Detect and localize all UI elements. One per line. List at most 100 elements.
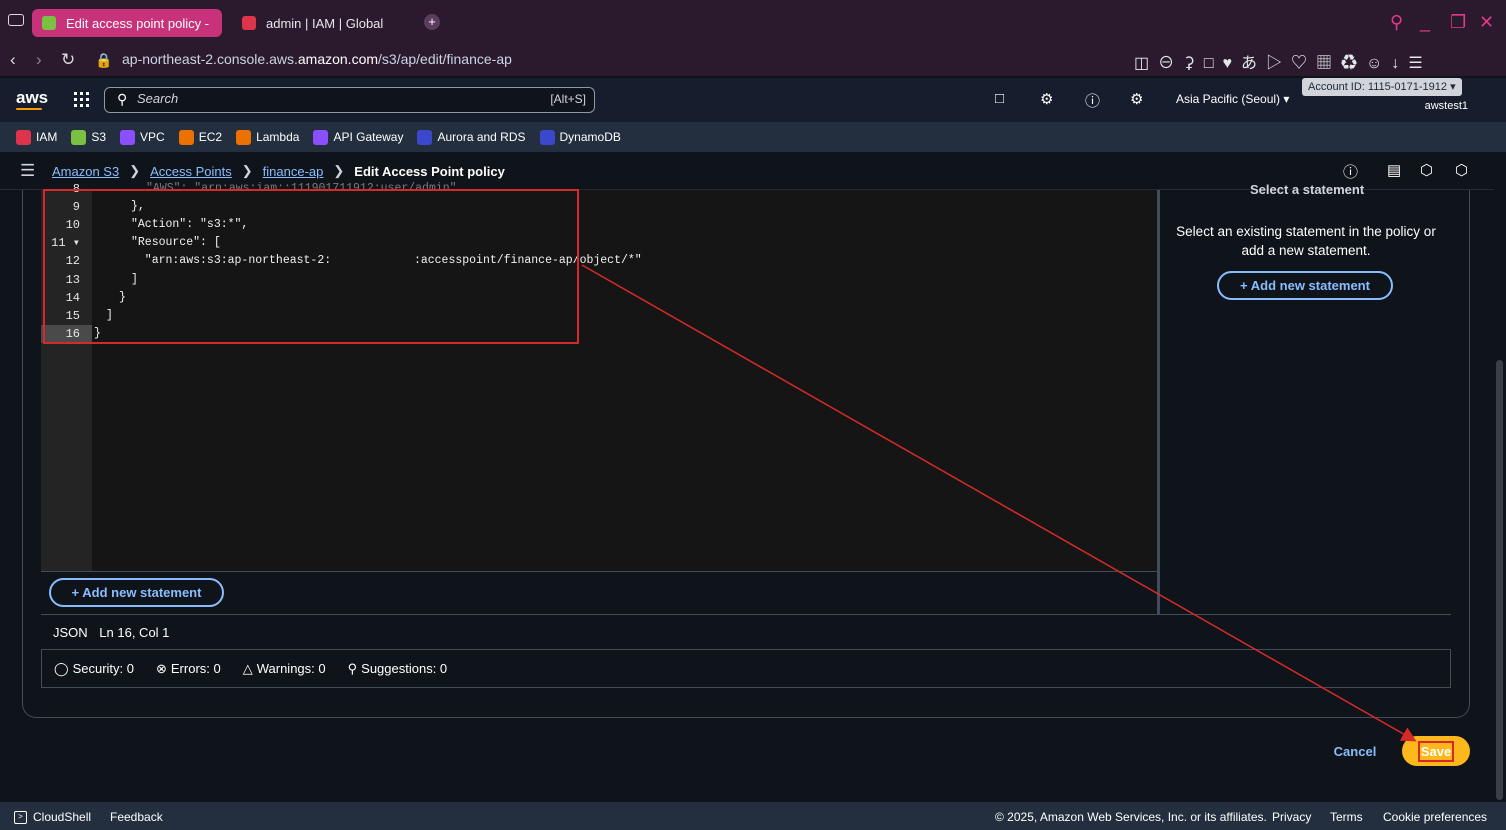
- search-input[interactable]: [137, 91, 497, 106]
- iam-icon: [16, 129, 31, 145]
- favorite-s3[interactable]: S3: [71, 129, 107, 145]
- code-line[interactable]: ]: [106, 307, 113, 325]
- statement-pane-text: Select an existing statement in the poli…: [1176, 224, 1436, 258]
- favorite-ec2[interactable]: EC2: [178, 129, 223, 145]
- account-id-badge[interactable]: Account ID: 1115-0171-1912 ▾: [1302, 78, 1462, 96]
- code-line[interactable]: }: [94, 325, 101, 343]
- account-username[interactable]: awstest1: [1425, 100, 1468, 112]
- notifications-bell-icon[interactable]: ⚙: [1040, 90, 1053, 108]
- warning-count: Warnings: 0: [256, 661, 326, 676]
- lock-icon[interactable]: 🔒: [95, 52, 112, 69]
- breadcrumb-access-points[interactable]: Access Points: [150, 164, 232, 179]
- hexagon-icon[interactable]: ⬡: [1420, 161, 1433, 179]
- aws-logo[interactable]: aws: [16, 88, 48, 110]
- suggestion-findings[interactable]: ⚲ Suggestions: 0: [348, 661, 448, 677]
- favorite-label: DynamoDB: [559, 130, 621, 144]
- reload-icon[interactable]: ↻: [61, 50, 75, 70]
- info-icon[interactable]: ⓘ: [1343, 161, 1358, 182]
- favorite-aurora-rds[interactable]: Aurora and RDS: [417, 129, 526, 145]
- favorite-vpc[interactable]: VPC: [120, 129, 165, 145]
- statement-pane-title: Select a statement: [1250, 182, 1365, 197]
- chevron-right-icon: ❯: [333, 163, 345, 178]
- cancel-button[interactable]: Cancel: [1324, 740, 1386, 762]
- code-line[interactable]: "Resource": [: [131, 234, 221, 252]
- line-number: 14: [65, 291, 80, 305]
- add-new-statement-button[interactable]: + Add new statement: [49, 578, 224, 607]
- error-findings[interactable]: ⊗ Errors: 0: [156, 661, 221, 677]
- notes-icon[interactable]: ▤: [1387, 161, 1401, 179]
- warning-findings[interactable]: △ Warnings: 0: [243, 661, 326, 677]
- search-box[interactable]: ⚲ [Alt+S]: [104, 87, 595, 113]
- favorite-api-gateway[interactable]: API Gateway: [313, 129, 403, 145]
- favorite-label: EC2: [198, 130, 223, 144]
- browser-extension-icons[interactable]: ◫⊖⚳□♥あ▷♡▦♻☺↓☰: [1134, 49, 1432, 73]
- vpc-icon: [120, 129, 136, 145]
- privacy-link[interactable]: Privacy: [1272, 810, 1311, 824]
- terms-link[interactable]: Terms: [1330, 810, 1363, 824]
- code-line[interactable]: "arn:aws:s3:ap-northeast-2: :accesspoint…: [131, 252, 642, 270]
- tab-label: Edit access point policy -: [66, 15, 210, 31]
- favorite-iam[interactable]: IAM: [16, 129, 58, 145]
- line-number: 8: [72, 182, 80, 196]
- close-window-icon[interactable]: ✕: [1479, 12, 1494, 33]
- line-number: 10: [65, 218, 80, 232]
- services-menu-icon[interactable]: [74, 92, 89, 107]
- scrollbar-thumb[interactable]: [1496, 360, 1503, 800]
- code-line[interactable]: ]: [131, 271, 138, 289]
- url-prefix: ap-northeast-2.console.aws.: [122, 51, 298, 67]
- lightbulb-icon: ⚲: [347, 660, 358, 676]
- breadcrumb-amazon-s3[interactable]: Amazon S3: [52, 164, 119, 179]
- cookie-preferences-link[interactable]: Cookie preferences: [1383, 810, 1487, 824]
- line-number: 12: [65, 254, 80, 268]
- s3-favicon-icon: [42, 16, 56, 30]
- tab-edit-access-point-policy[interactable]: Edit access point policy -: [32, 9, 222, 37]
- new-tab-button[interactable]: +: [424, 14, 440, 30]
- code-line[interactable]: },: [131, 198, 145, 216]
- editor-status-line: JSON Ln 16, Col 1: [41, 614, 1451, 650]
- tab-iam-admin[interactable]: admin | IAM | Global: [232, 9, 407, 37]
- hexagon-alt-icon[interactable]: ⬡: [1455, 161, 1468, 179]
- line-number[interactable]: 11 ▾: [41, 234, 92, 252]
- error-icon: ⊗: [155, 660, 167, 676]
- dynamodb-icon: [539, 129, 555, 145]
- minimize-icon[interactable]: _: [1420, 12, 1430, 33]
- favorite-lambda[interactable]: Lambda: [236, 129, 299, 145]
- search-icon: ⚲: [117, 91, 128, 107]
- url-field[interactable]: ap-northeast-2.console.aws.amazon.com/s3…: [122, 51, 512, 67]
- cloudshell-label: CloudShell: [33, 810, 92, 824]
- cloudshell-icon[interactable]: □: [995, 90, 1004, 107]
- search-tabs-icon[interactable]: ⚲: [1390, 12, 1403, 33]
- line-number-active: 16: [41, 325, 92, 343]
- breadcrumb-finance-ap[interactable]: finance-ap: [263, 164, 324, 179]
- security-findings[interactable]: ◯ Security: 0: [54, 661, 134, 677]
- rds-icon: [417, 129, 433, 145]
- breadcrumb-current: Edit Access Point policy: [354, 163, 505, 179]
- code-line[interactable]: }: [119, 289, 126, 307]
- back-icon[interactable]: ‹: [10, 50, 16, 70]
- search-shortcut-hint: [Alt+S]: [550, 92, 586, 106]
- window-menu-icon[interactable]: [8, 14, 24, 26]
- validation-bar: ◯ Security: 0 ⊗ Errors: 0 △ Warnings: 0 ⚲ Su…: [41, 650, 1451, 688]
- favorite-dynamodb[interactable]: DynamoDB: [539, 129, 621, 145]
- cloudshell-link[interactable]: > CloudShell: [14, 810, 91, 824]
- favorite-label: S3: [91, 130, 107, 144]
- cloudshell-icon: >: [14, 810, 27, 824]
- suggestion-count: Suggestions: 0: [361, 661, 448, 676]
- lambda-icon: [236, 129, 252, 145]
- save-annotation-box: [1418, 741, 1454, 762]
- forward-icon[interactable]: ›: [36, 50, 42, 70]
- favorite-label: IAM: [36, 130, 58, 144]
- browser-url-bar: ‹ › ↻ 🔒 ap-northeast-2.console.aws.amazo…: [0, 44, 1506, 76]
- region-selector[interactable]: Asia Pacific (Seoul) ▾: [1176, 92, 1289, 106]
- favorites-bar: IAM S3 VPC EC2 Lambda API Gateway Aurora…: [0, 122, 1506, 152]
- shield-icon: ◯: [54, 660, 69, 676]
- code-line[interactable]: "AWS": "arn:aws:iam::111901711912:user/a…: [146, 180, 457, 198]
- code-line[interactable]: "Action": "s3:*",: [131, 216, 248, 234]
- settings-gear-icon[interactable]: ⚙: [1130, 90, 1143, 108]
- feedback-link[interactable]: Feedback: [110, 810, 163, 824]
- add-new-statement-button-right[interactable]: + Add new statement: [1217, 271, 1393, 300]
- restore-icon[interactable]: ❐: [1450, 12, 1466, 33]
- help-icon[interactable]: ⓘ: [1085, 90, 1100, 111]
- menu-icon[interactable]: ☰: [20, 161, 35, 181]
- browser-tab-bar: Edit access point policy - admin | IAM |…: [0, 0, 1506, 44]
